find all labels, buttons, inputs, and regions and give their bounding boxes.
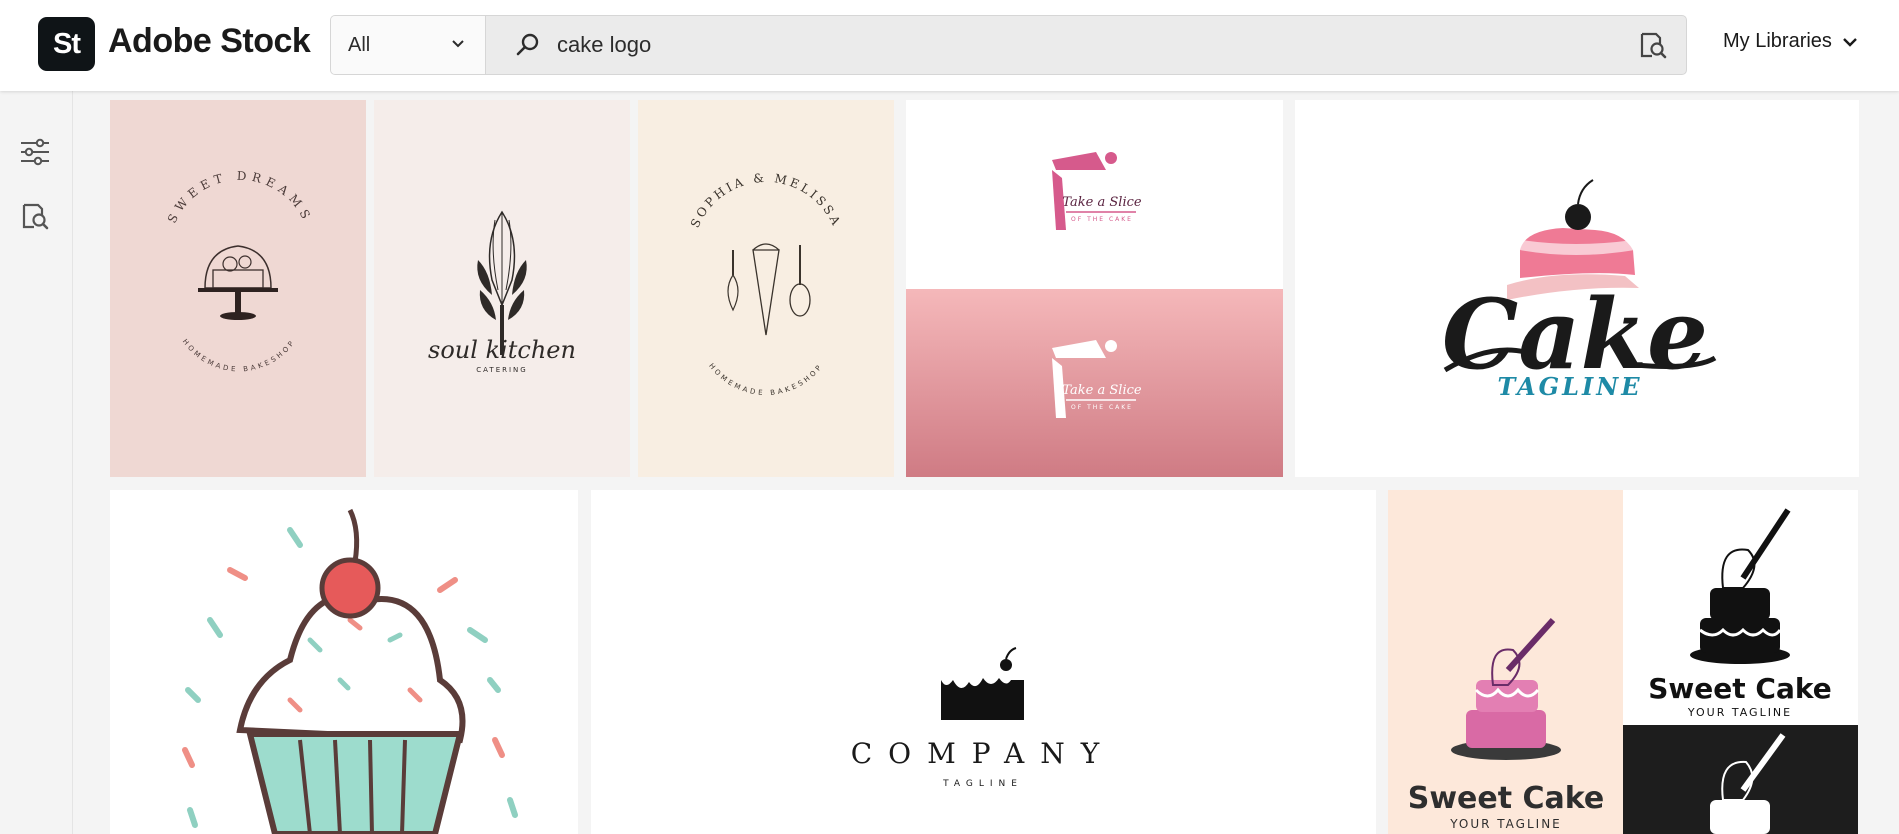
svg-text:Sweet Cake: Sweet Cake xyxy=(1648,672,1831,705)
left-toolbar xyxy=(0,91,73,834)
result-tile-take-a-slice[interactable]: Take a Slice OF THE CAKE Take a Slice OF… xyxy=(906,100,1283,477)
soul-kitchen-logo: soul kitchen CATERING xyxy=(428,210,576,374)
result-tile-sweet-cake[interactable]: Sweet Cake YOUR TAGLINE Sweet Cake YOUR … xyxy=(1388,490,1858,834)
svg-text:TAGLINE: TAGLINE xyxy=(942,779,1023,789)
svg-text:YOUR TAGLINE: YOUR TAGLINE xyxy=(1449,817,1562,831)
company-logo: COMPANY TAGLINE xyxy=(851,647,1116,789)
chevron-down-icon xyxy=(452,40,464,48)
top-bar: St Adobe Stock All My Libraries xyxy=(0,0,1899,91)
take-a-slice-logo: Take a Slice OF THE CAKE Take a Slice OF… xyxy=(906,152,1283,477)
filters-button[interactable] xyxy=(18,135,52,169)
cake-tagline-logo: Cake TAGLINE xyxy=(1442,179,1717,401)
brand-name[interactable]: Adobe Stock xyxy=(108,22,311,61)
sophia-melissa-logo: SOPHIA & MELISSA HOMEMADE BAKESHOP xyxy=(688,171,844,397)
result-tile-cupcake[interactable] xyxy=(110,490,578,834)
sweet-dreams-logo: SWEET DREAMS HOMEMADE BAKESHOP xyxy=(165,169,315,374)
sweet-cake-logo: Sweet Cake YOUR TAGLINE Sweet Cake YOUR … xyxy=(1388,490,1858,834)
result-tile-company[interactable]: COMPANY TAGLINE xyxy=(591,490,1376,834)
result-tile-sophia-melissa[interactable]: SOPHIA & MELISSA HOMEMADE BAKESHOP xyxy=(638,100,894,477)
svg-text:SOPHIA & MELISSA: SOPHIA & MELISSA xyxy=(688,171,844,230)
search-scope-label: All xyxy=(348,33,371,56)
result-tile-sweet-dreams[interactable]: SWEET DREAMS HOMEMADE BAKESHOP xyxy=(110,100,366,477)
svg-text:SWEET DREAMS: SWEET DREAMS xyxy=(165,169,315,226)
my-libraries-menu[interactable]: My Libraries xyxy=(1723,30,1858,53)
adobe-stock-logo[interactable]: St xyxy=(38,17,95,71)
visual-search-icon xyxy=(22,203,49,230)
result-tile-cake-tagline[interactable]: Cake TAGLINE xyxy=(1295,100,1859,477)
filters-icon xyxy=(21,138,49,166)
svg-text:OF THE CAKE: OF THE CAKE xyxy=(1071,216,1133,223)
result-tile-soul-kitchen[interactable]: soul kitchen CATERING xyxy=(374,100,630,477)
visual-search-icon[interactable] xyxy=(1638,30,1668,60)
cupcake-illustration xyxy=(182,508,518,834)
chevron-down-icon xyxy=(1843,37,1857,47)
svg-text:Take a Slice: Take a Slice xyxy=(1062,383,1142,398)
svg-text:COMPANY: COMPANY xyxy=(851,737,1116,770)
svg-text:OF THE CAKE: OF THE CAKE xyxy=(1071,404,1133,411)
search-bar: All xyxy=(330,15,1687,75)
svg-text:YOUR TAGLINE: YOUR TAGLINE xyxy=(1687,706,1792,719)
svg-text:CATERING: CATERING xyxy=(476,366,527,374)
svg-text:HOMEMADE BAKESHOP: HOMEMADE BAKESHOP xyxy=(181,338,297,374)
search-input[interactable] xyxy=(557,16,1557,74)
svg-text:Sweet Cake: Sweet Cake xyxy=(1408,781,1605,816)
visual-search-button[interactable] xyxy=(18,199,52,233)
my-libraries-label: My Libraries xyxy=(1723,30,1832,52)
search-icon xyxy=(516,33,539,56)
svg-text:TAGLINE: TAGLINE xyxy=(1498,372,1643,401)
svg-text:Take a Slice: Take a Slice xyxy=(1062,195,1142,210)
svg-text:HOMEMADE BAKESHOP: HOMEMADE BAKESHOP xyxy=(707,362,824,397)
search-scope-dropdown[interactable]: All xyxy=(331,16,486,74)
svg-text:soul kitchen: soul kitchen xyxy=(428,336,576,364)
